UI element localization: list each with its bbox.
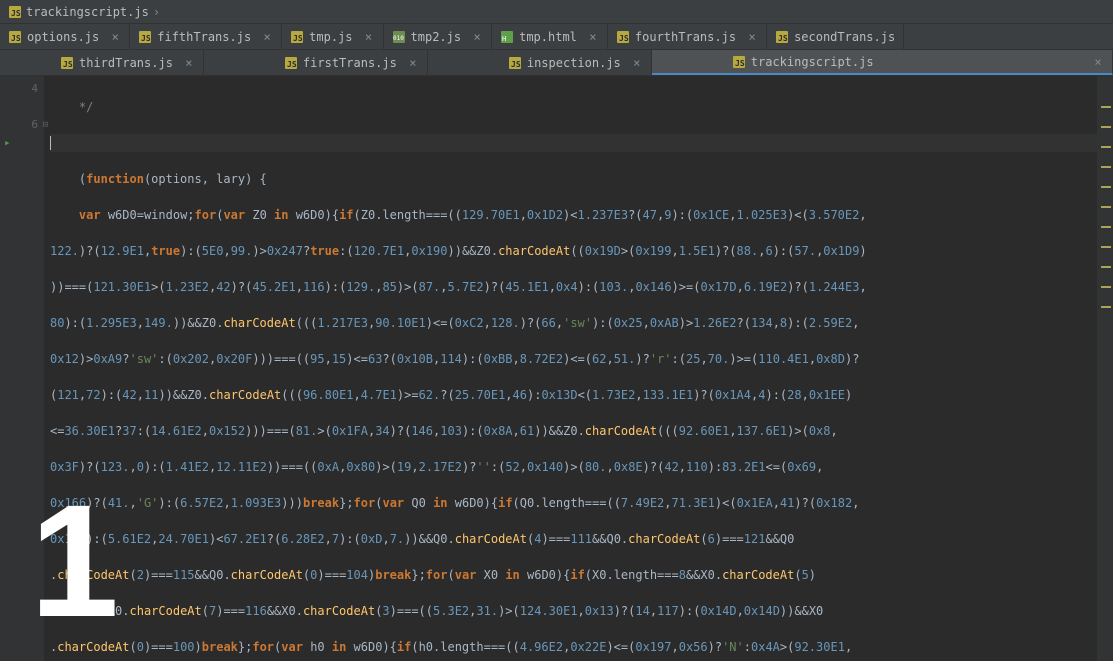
tab-label: thirdTrans.js xyxy=(79,56,173,70)
tabs-row-1: JS options.js × JS fifthTrans.js × JS tm… xyxy=(0,24,1113,50)
svg-text:JS: JS xyxy=(293,34,303,43)
tab-tmp2[interactable]: 010 tmp2.js × xyxy=(384,24,493,49)
svg-text:JS: JS xyxy=(11,9,21,18)
close-icon[interactable]: × xyxy=(1092,55,1104,69)
run-gutter-icon[interactable]: ▸ xyxy=(4,134,11,152)
line-gutter: 4 6⊟ ▸ xyxy=(0,76,44,661)
js-file-icon: 010 xyxy=(392,30,406,44)
tab-label: firstTrans.js xyxy=(303,56,397,70)
js-file-icon: JS xyxy=(8,30,22,44)
tab-thirdtrans[interactable]: JS thirdTrans.js × xyxy=(0,50,204,75)
close-icon[interactable]: × xyxy=(631,56,643,70)
js-file-icon: JS xyxy=(290,30,304,44)
tab-secondtrans[interactable]: JS secondTrans.js xyxy=(767,24,904,49)
tab-label: tmp.html xyxy=(519,30,577,44)
tab-inspection[interactable]: JS inspection.js × xyxy=(428,50,652,75)
js-file-icon: JS xyxy=(60,56,74,70)
close-icon[interactable]: × xyxy=(471,30,483,44)
close-icon[interactable]: × xyxy=(261,30,273,44)
js-file-icon: JS xyxy=(616,30,630,44)
tab-label: tmp2.js xyxy=(411,30,462,44)
close-icon[interactable]: × xyxy=(183,56,195,70)
js-file-icon: JS xyxy=(775,30,789,44)
close-icon[interactable]: × xyxy=(407,56,419,70)
svg-text:JS: JS xyxy=(778,34,788,43)
svg-text:JS: JS xyxy=(735,59,745,68)
tab-label: options.js xyxy=(27,30,99,44)
code-area[interactable]: */ (function(options, lary) { var w6D0=w… xyxy=(44,76,1113,661)
minimap-scrollbar[interactable] xyxy=(1097,76,1113,661)
tab-trackingscript[interactable]: JS trackingscript.js × xyxy=(652,50,1113,75)
tab-label: tmp.js xyxy=(309,30,352,44)
html-file-icon: H xyxy=(500,30,514,44)
svg-text:JS: JS xyxy=(287,60,297,69)
tab-fifthtrans[interactable]: JS fifthTrans.js × xyxy=(130,24,282,49)
svg-text:JS: JS xyxy=(141,34,151,43)
tab-tmphtml[interactable]: H tmp.html × xyxy=(492,24,608,49)
tab-label: trackingscript.js xyxy=(751,55,874,69)
svg-text:JS: JS xyxy=(63,60,73,69)
js-file-icon: JS xyxy=(508,56,522,70)
tab-options[interactable]: JS options.js × xyxy=(0,24,130,49)
svg-text:JS: JS xyxy=(619,34,629,43)
close-icon[interactable]: × xyxy=(746,30,758,44)
breadcrumb-file: trackingscript.js xyxy=(26,5,149,19)
tab-label: fifthTrans.js xyxy=(157,30,251,44)
tab-label: secondTrans.js xyxy=(794,30,895,44)
tab-label: inspection.js xyxy=(527,56,621,70)
svg-text:JS: JS xyxy=(11,34,21,43)
breadcrumb: JS trackingscript.js › xyxy=(0,0,1113,24)
code-editor[interactable]: 4 6⊟ ▸ */ (function(options, lary) { var… xyxy=(0,76,1113,661)
js-file-icon: JS xyxy=(732,55,746,69)
svg-text:JS: JS xyxy=(511,60,521,69)
tab-fourthtrans[interactable]: JS fourthTrans.js × xyxy=(608,24,767,49)
tab-firsttrans[interactable]: JS firstTrans.js × xyxy=(204,50,428,75)
js-file-icon: JS xyxy=(138,30,152,44)
tab-tmp[interactable]: JS tmp.js × xyxy=(282,24,383,49)
js-file-icon: JS xyxy=(284,56,298,70)
close-icon[interactable]: × xyxy=(363,30,375,44)
close-icon[interactable]: × xyxy=(587,30,599,44)
chevron-right-icon: › xyxy=(153,5,160,19)
fold-icon[interactable]: ⊟ xyxy=(43,116,48,134)
js-file-icon: JS xyxy=(8,5,22,19)
tabs-row-2: JS thirdTrans.js × JS firstTrans.js × JS… xyxy=(0,50,1113,76)
svg-text:H: H xyxy=(502,35,506,43)
tab-label: fourthTrans.js xyxy=(635,30,736,44)
svg-text:010: 010 xyxy=(393,35,404,42)
close-icon[interactable]: × xyxy=(109,30,121,44)
